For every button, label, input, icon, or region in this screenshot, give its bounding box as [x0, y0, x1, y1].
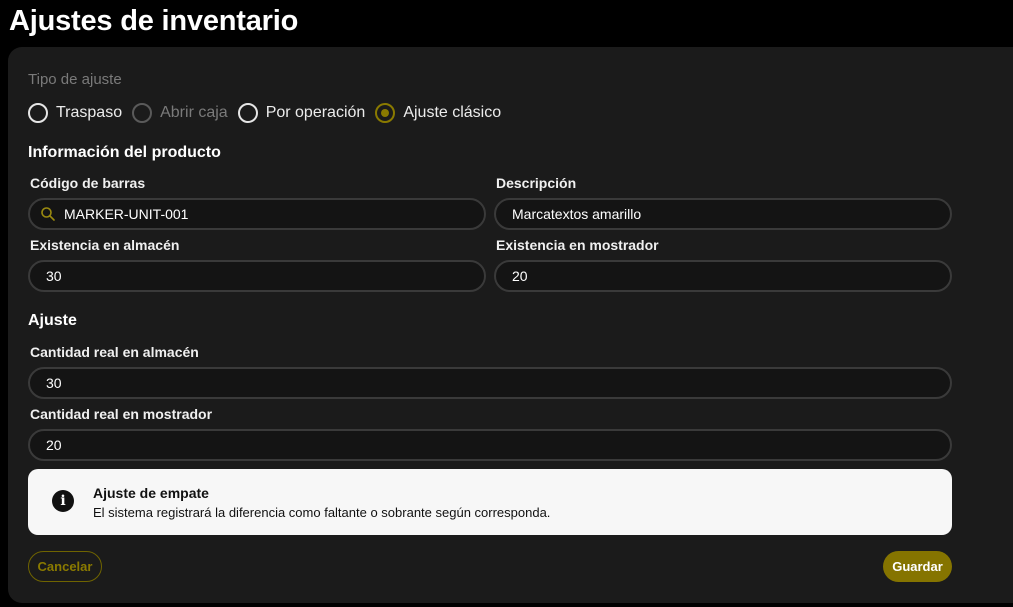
- adjustment-type-radio-group: Traspaso Abrir caja Por operación Ajuste…: [28, 102, 511, 124]
- radio-ajuste-clasico[interactable]: Ajuste clásico: [375, 103, 501, 123]
- real-counter-input[interactable]: 20: [28, 429, 952, 461]
- page-title: Ajustes de inventario: [9, 5, 299, 37]
- description-value: Marcatextos amarillo: [512, 206, 642, 222]
- radio-label: Ajuste clásico: [403, 104, 502, 121]
- radio-circle-icon: [132, 103, 153, 123]
- adjustment-type-label: Tipo de ajuste: [28, 71, 122, 88]
- cancel-button[interactable]: Cancelar: [28, 551, 102, 582]
- notice-title: Ajuste de empate: [93, 485, 209, 501]
- warehouse-stock-field[interactable]: 30: [28, 260, 486, 292]
- description-field[interactable]: Marcatextos amarillo: [494, 198, 952, 230]
- real-warehouse-input[interactable]: 30: [28, 367, 952, 399]
- warehouse-stock-value: 30: [46, 268, 62, 284]
- radio-por-operacion[interactable]: Por operación: [237, 103, 366, 123]
- real-counter-value: 20: [46, 437, 62, 453]
- radio-label: Abrir caja: [160, 104, 228, 121]
- notice-text: El sistema registrará la diferencia como…: [93, 505, 551, 520]
- counter-stock-field[interactable]: 20: [494, 260, 952, 292]
- real-warehouse-label: Cantidad real en almacén: [30, 344, 199, 360]
- radio-abrir-caja: Abrir caja: [132, 103, 228, 123]
- radio-label: Traspaso: [56, 104, 123, 121]
- real-warehouse-value: 30: [46, 375, 62, 391]
- warehouse-stock-label: Existencia en almacén: [30, 237, 180, 253]
- real-counter-label: Cantidad real en mostrador: [30, 406, 213, 422]
- radio-selected-icon: [375, 103, 396, 123]
- description-label: Descripción: [496, 175, 577, 191]
- counter-stock-label: Existencia en mostrador: [496, 237, 659, 253]
- barcode-field[interactable]: MARKER-UNIT-001: [28, 198, 486, 230]
- barcode-value: MARKER-UNIT-001: [64, 206, 189, 222]
- search-icon: [41, 207, 55, 221]
- notice-box: i Ajuste de empate El sistema registrará…: [28, 469, 952, 535]
- save-button[interactable]: Guardar: [883, 551, 952, 582]
- counter-stock-value: 20: [512, 268, 528, 284]
- product-info-title: Información del producto: [28, 144, 221, 161]
- adjustment-title: Ajuste: [28, 312, 77, 329]
- radio-circle-icon: [28, 103, 48, 123]
- radio-circle-icon: [237, 103, 258, 123]
- info-icon: i: [52, 490, 74, 512]
- radio-traspaso[interactable]: Traspaso: [28, 103, 122, 123]
- radio-label: Por operación: [265, 104, 366, 121]
- radio-dot: [381, 109, 390, 117]
- barcode-label: Código de barras: [30, 175, 146, 191]
